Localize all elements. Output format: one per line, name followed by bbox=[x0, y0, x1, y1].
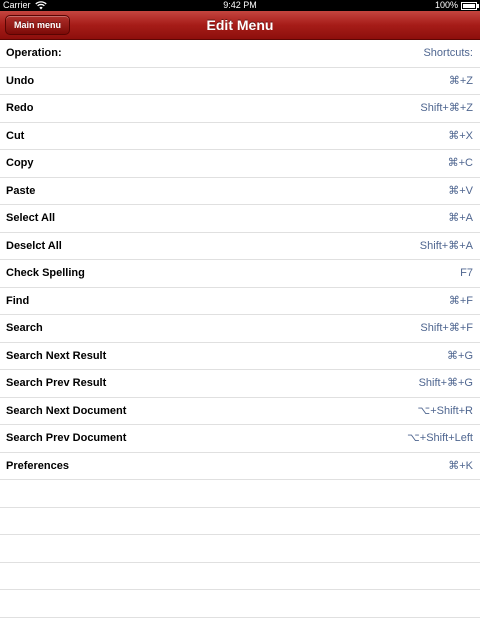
list-item-shortcut: Shift+⌘+Z bbox=[420, 102, 473, 114]
list-item-shortcut: Shift+⌘+F bbox=[420, 322, 473, 334]
list-item-label: Preferences bbox=[6, 459, 69, 472]
list-item-shortcut: Shift+⌘+A bbox=[419, 239, 473, 252]
list-item-label: Select All bbox=[6, 212, 56, 224]
list-item-shortcut: ⌘+G bbox=[447, 349, 473, 362]
list-item-shortcut: ⌘+K bbox=[448, 459, 473, 472]
list-item-shortcut: ⌘+C bbox=[447, 157, 473, 169]
list-item-shortcut: F7 bbox=[460, 267, 473, 279]
list-item-label: Find bbox=[6, 294, 30, 307]
list-item-label: Check Spelling bbox=[6, 267, 85, 279]
list-item-label: Copy bbox=[6, 157, 34, 169]
status-right: 100% bbox=[434, 0, 479, 11]
list-item-search[interactable]: Search Shift+⌘+F bbox=[0, 315, 480, 343]
list-item-shortcut: ⌘+X bbox=[448, 129, 473, 142]
list-item-search-prev-document[interactable]: Search Prev Document ⌥+Shift+Left bbox=[0, 425, 480, 453]
list-item-undo[interactable]: Undo ⌘+Z bbox=[0, 68, 480, 95]
empty-row bbox=[0, 480, 480, 508]
list-item-redo[interactable]: Redo Shift+⌘+Z bbox=[0, 95, 480, 123]
list-item-shortcut: ⌥+Shift+R bbox=[417, 404, 473, 417]
shortcut-list: Operation: Shortcuts: Undo ⌘+Z Redo Shif… bbox=[0, 40, 480, 618]
list-item-paste[interactable]: Paste ⌘+V bbox=[0, 178, 480, 205]
status-time: 9:42 PM bbox=[223, 0, 257, 10]
list-item-label: Paste bbox=[6, 184, 36, 197]
list-item-deselect-all[interactable]: Deselct All Shift+⌘+A bbox=[0, 233, 480, 260]
list-item-label: Search Next Result bbox=[6, 349, 107, 362]
list-item-label: Search bbox=[6, 322, 43, 334]
list-item-label: Deselct All bbox=[6, 239, 62, 252]
empty-row bbox=[0, 590, 480, 618]
list-item-select-all[interactable]: Select All ⌘+A bbox=[0, 205, 480, 233]
list-item-find[interactable]: Find ⌘+F bbox=[0, 288, 480, 315]
list-item-label: Redo bbox=[6, 102, 34, 114]
list-item-preferences[interactable]: Preferences ⌘+K bbox=[0, 453, 480, 480]
shortcuts-column-header: Shortcuts: bbox=[423, 47, 473, 59]
page-title: Edit Menu bbox=[206, 17, 274, 33]
list-item-check-spelling[interactable]: Check Spelling F7 bbox=[0, 260, 480, 288]
battery-icon bbox=[461, 1, 479, 10]
status-bar: Carrier 9:42 PM 100% bbox=[0, 0, 480, 11]
list-item-label: Search Next Document bbox=[6, 404, 127, 417]
navigation-bar: Main menu Edit Menu bbox=[0, 11, 480, 40]
battery-percent: 100% bbox=[434, 0, 458, 10]
operation-column-header: Operation: bbox=[6, 47, 62, 59]
list-item-cut[interactable]: Cut ⌘+X bbox=[0, 123, 480, 150]
empty-row bbox=[0, 563, 480, 590]
list-item-search-prev-result[interactable]: Search Prev Result Shift+⌘+G bbox=[0, 370, 480, 398]
list-item-shortcut: ⌘+F bbox=[448, 294, 473, 307]
list-item-label: Undo bbox=[6, 74, 35, 87]
list-item-shortcut: Shift+⌘+G bbox=[418, 377, 473, 389]
main-menu-back-button[interactable]: Main menu bbox=[5, 15, 71, 35]
list-item-label: Search Prev Document bbox=[6, 432, 127, 444]
list-item-copy[interactable]: Copy ⌘+C bbox=[0, 150, 480, 178]
list-header-row: Operation: Shortcuts: bbox=[0, 40, 480, 68]
empty-row bbox=[0, 535, 480, 563]
list-item-shortcut: ⌘+Z bbox=[448, 74, 473, 87]
list-item-shortcut: ⌘+A bbox=[448, 212, 473, 224]
list-item-shortcut: ⌘+V bbox=[448, 184, 473, 197]
list-item-label: Cut bbox=[6, 129, 25, 142]
list-item-shortcut: ⌥+Shift+Left bbox=[407, 432, 473, 444]
list-item-label: Search Prev Result bbox=[6, 377, 107, 389]
list-item-search-next-result[interactable]: Search Next Result ⌘+G bbox=[0, 343, 480, 370]
empty-row bbox=[0, 508, 480, 535]
list-item-search-next-document[interactable]: Search Next Document ⌥+Shift+R bbox=[0, 398, 480, 425]
